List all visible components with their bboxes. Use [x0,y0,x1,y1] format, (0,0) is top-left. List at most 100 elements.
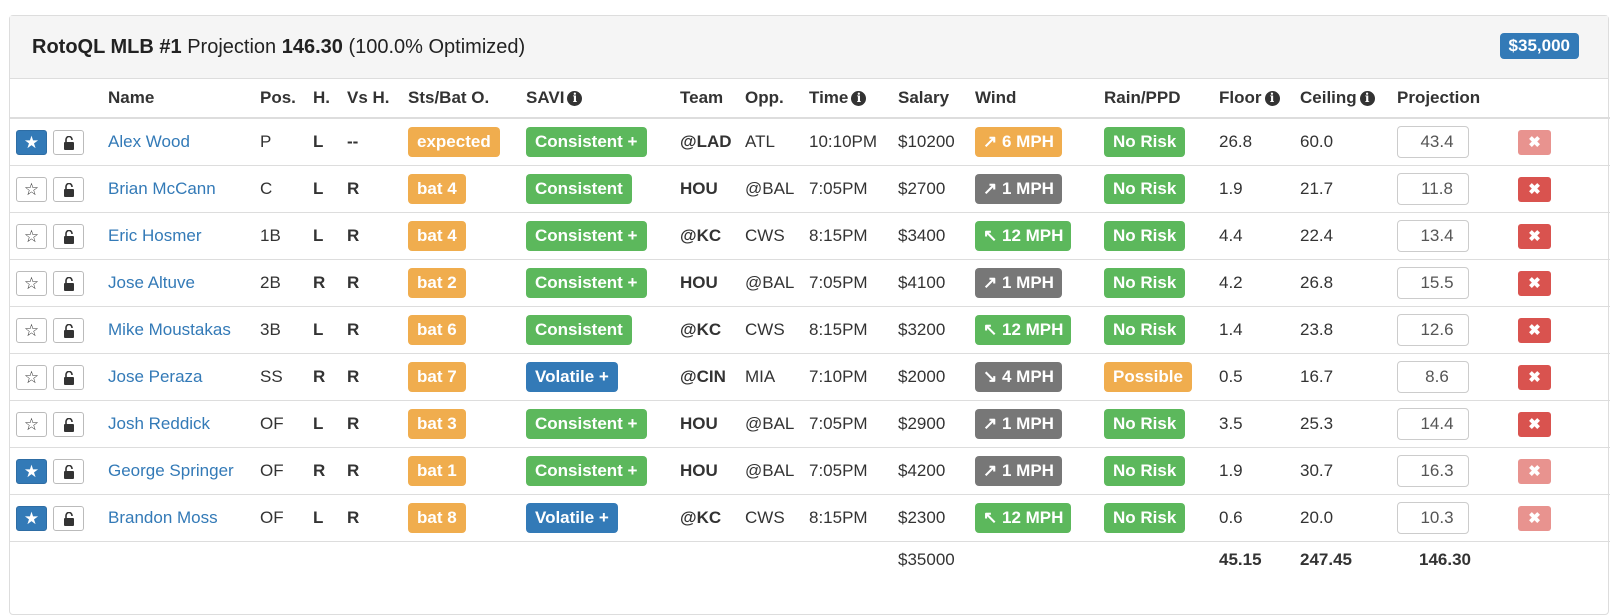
star-button[interactable]: ☆ [16,317,47,343]
lock-button[interactable] [53,270,84,296]
close-icon: ✖ [1528,415,1541,433]
info-icon[interactable]: i [1264,91,1280,106]
player-name-link[interactable]: Eric Hosmer [108,226,202,245]
lock-button[interactable] [53,411,84,437]
salary: $2000 [898,353,975,401]
remove-button[interactable]: ✖ [1518,317,1551,343]
ceiling: 23.8 [1300,306,1397,354]
game-time: 8:15PM [809,494,898,542]
hand: R [313,353,347,401]
unlock-icon [63,135,74,150]
remove-button[interactable]: ✖ [1518,505,1551,531]
salary: $10200 [898,132,955,151]
projection-input[interactable]: 16.3 [1397,455,1469,487]
col-team[interactable]: Team [680,79,745,119]
lineup-panel: RotoQL MLB #1 Projection 146.30 (100.0% … [9,15,1610,615]
lock-button[interactable] [53,176,84,202]
bat-order-cell: bat 6 [408,306,526,354]
remove-button[interactable]: ✖ [1518,176,1551,202]
remove-cell: ✖ [1507,212,1610,260]
col-projection[interactable]: Projection [1397,79,1507,119]
lock-button[interactable] [53,458,84,484]
lock-button[interactable] [53,129,84,155]
remove-cell: ✖ [1507,306,1610,354]
remove-button[interactable]: ✖ [1518,270,1551,296]
savi-cell: Volatile + [526,494,680,542]
remove-button[interactable]: ✖ [1518,364,1551,390]
total-salary: $35000 [898,541,975,578]
savi-cell: Consistent + [526,400,680,448]
info-icon[interactable]: i [1359,91,1375,106]
remove-button[interactable]: ✖ [1518,129,1551,155]
col-ceiling[interactable]: Ceiling i [1300,79,1397,119]
info-icon[interactable]: i [567,91,583,106]
star-button[interactable]: ☆ [16,176,47,202]
col-wind[interactable]: Wind [975,79,1104,119]
star-button[interactable]: ★ [16,129,47,155]
player-name-link[interactable]: Mike Moustakas [108,320,231,339]
col-salary[interactable]: Salary [898,79,975,119]
lock-button[interactable] [53,317,84,343]
player-name-link[interactable]: Josh Reddick [108,414,210,433]
player-name-link[interactable]: Brandon Moss [108,508,218,527]
player-name-link[interactable]: George Springer [108,461,234,480]
col-time[interactable]: Time i [809,79,898,119]
projection-input[interactable]: 13.4 [1397,220,1469,252]
lock-button[interactable] [53,505,84,531]
projection-input[interactable]: 15.5 [1397,267,1469,299]
col-vs-hand[interactable]: Vs H. [347,79,408,119]
player-name-link[interactable]: Brian McCann [108,179,216,198]
floor: 4.2 [1219,259,1300,307]
star-button[interactable]: ☆ [16,223,47,249]
col-bat-order[interactable]: Sts/Bat O. [408,79,526,119]
team: HOU [680,400,745,448]
remove-button[interactable]: ✖ [1518,411,1551,437]
wind-cell: ↗ 1 MPH [975,447,1104,495]
team: @KC [680,212,745,260]
info-icon[interactable]: i [851,91,867,106]
player-name-link[interactable]: Alex Wood [108,132,190,151]
salary: $3400 [898,212,975,260]
col-opp[interactable]: Opp. [745,79,809,119]
projection-input[interactable]: 14.4 [1397,408,1469,440]
star-button[interactable]: ★ [16,505,47,531]
projection-input[interactable]: 43.4 [1397,126,1469,158]
unlock-icon [63,511,74,526]
player-name-link[interactable]: Jose Peraza [108,367,203,386]
close-icon: ✖ [1528,274,1541,292]
player-name-cell: Jose Peraza [108,353,260,401]
star-button[interactable]: ☆ [16,270,47,296]
star-button[interactable]: ☆ [16,364,47,390]
wind-badge: ↖ 12 MPH [975,221,1072,251]
col-name[interactable]: Name [108,79,260,119]
lock-button[interactable] [53,223,84,249]
remove-button[interactable]: ✖ [1518,223,1551,249]
star-button[interactable]: ★ [16,458,47,484]
vs-hand: R [347,447,408,495]
wind-badge: ↗ 6 MPH [975,127,1062,157]
projection-input[interactable]: 11.8 [1397,173,1469,205]
star-button[interactable]: ☆ [16,411,47,437]
table-row: ☆ Jose Altuve 2B R Rbat 2 Consistent + HOU @BAL… [10,259,1610,307]
hand: R [313,447,347,495]
col-floor[interactable]: Floor i [1219,79,1300,119]
remove-button[interactable]: ✖ [1518,458,1551,484]
team: HOU [680,165,745,213]
bat-order-badge: bat 6 [408,315,466,345]
col-hand[interactable]: H. [313,79,347,119]
player-name-link[interactable]: Jose Altuve [108,273,195,292]
vs-hand: -- [347,132,359,151]
ceiling: 30.7 [1300,447,1397,495]
game-time: 7:05PM [809,447,898,495]
row-actions: ★ [10,118,108,166]
projection-input[interactable]: 10.3 [1397,502,1469,534]
lock-button[interactable] [53,364,84,390]
col-savi[interactable]: SAVI i [526,79,680,119]
col-rain[interactable]: Rain/PPD [1104,79,1219,119]
projection-input[interactable]: 8.6 [1397,361,1469,393]
table-row: ★ Alex Wood P L -- expected Consistent + @LAD AT… [10,118,1610,166]
projection-input[interactable]: 12.6 [1397,314,1469,346]
savi-cell: Volatile + [526,353,680,401]
col-pos[interactable]: Pos. [260,79,313,119]
bat-order-badge: bat 4 [408,174,466,204]
